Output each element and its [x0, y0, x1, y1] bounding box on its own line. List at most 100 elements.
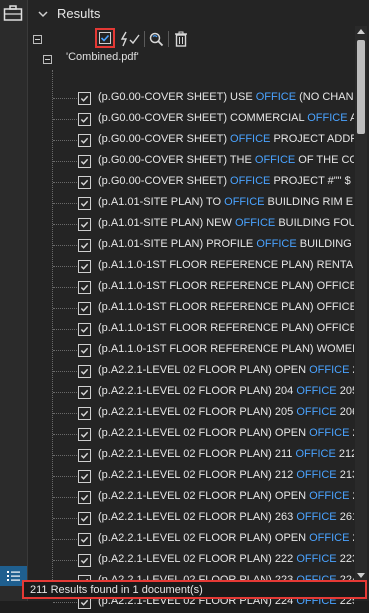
result-checkbox[interactable]	[78, 512, 91, 525]
result-row[interactable]: (p.A1.01-SITE PLAN) PROFILE OFFICE BUILD…	[28, 235, 358, 256]
checkmark-icon	[80, 347, 89, 354]
file-collapse-button[interactable]	[43, 55, 52, 64]
vertical-scrollbar[interactable]	[355, 26, 367, 581]
result-checkbox[interactable]	[78, 92, 91, 105]
scroll-down-icon[interactable]	[357, 573, 365, 578]
file-node[interactable]: 'Combined.pdf'	[28, 50, 358, 68]
result-text: (p.A1.1.0-1ST FLOOR REFERENCE PLAN) OFFI…	[98, 322, 354, 334]
result-text-prefix: (p.G0.00-COVER SHEET) COMMERCIAL	[98, 112, 308, 124]
result-checkbox[interactable]	[78, 428, 91, 441]
result-row[interactable]: (p.G0.00-COVER SHEET) COMMERCIAL OFFICE …	[28, 109, 358, 130]
result-row[interactable]: (p.A2.2.1-LEVEL 02 FLOOR PLAN) 205 OFFIC…	[28, 403, 358, 424]
result-row[interactable]: (p.A1.1.0-1ST FLOOR REFERENCE PLAN) RENT…	[28, 256, 358, 277]
result-row[interactable]: (p.A2.2.1-LEVEL 02 FLOOR PLAN) 204 OFFIC…	[28, 382, 358, 403]
tree-connector	[53, 119, 77, 120]
result-row[interactable]: (p.A2.2.1-LEVEL 02 FLOOR PLAN) 222 OFFIC…	[28, 550, 358, 571]
checkmark-icon	[80, 557, 89, 564]
result-text-suffix: 200...	[349, 364, 354, 376]
result-match-highlight: OFFICE	[295, 448, 336, 460]
result-row[interactable]: (p.G0.00-COVER SHEET) OFFICE PROJECT #""…	[28, 172, 358, 193]
result-text: (p.A2.2.1-LEVEL 02 FLOOR PLAN) OPEN OFFI…	[98, 427, 354, 439]
result-text-suffix: BUILDING Proje...	[299, 238, 354, 250]
tree-connector	[53, 518, 77, 519]
result-row[interactable]: (p.A1.1.0-1ST FLOOR REFERENCE PLAN) OFFI…	[28, 319, 358, 340]
result-checkbox[interactable]	[78, 239, 91, 252]
result-checkbox[interactable]	[78, 323, 91, 336]
result-checkbox[interactable]	[78, 491, 91, 504]
tree-connector	[53, 329, 77, 330]
quick-actions-button[interactable]	[119, 29, 141, 49]
collapse-all-button[interactable]	[33, 35, 42, 44]
result-match-highlight: OFFICE	[230, 175, 271, 187]
scroll-up-icon[interactable]	[357, 29, 365, 34]
result-row[interactable]: (p.A2.2.1-LEVEL 02 FLOOR PLAN) 263 OFFIC…	[28, 508, 358, 529]
result-row[interactable]: (p.A2.2.1-LEVEL 02 FLOOR PLAN) OPEN OFFI…	[28, 361, 358, 382]
result-match-highlight: OFFICE	[230, 133, 271, 145]
result-checkbox[interactable]	[78, 176, 91, 189]
checkmark-icon	[80, 95, 89, 102]
result-text-suffix: 248...	[349, 427, 354, 439]
tree-connector	[53, 371, 77, 372]
result-row[interactable]: (p.A2.2.1-LEVEL 02 FLOOR PLAN) OPEN OFFI…	[28, 424, 358, 445]
result-row[interactable]: (p.A2.2.1-LEVEL 02 FLOOR PLAN) OPEN OFFI…	[28, 529, 358, 550]
result-checkbox[interactable]	[78, 113, 91, 126]
checkmark-icon	[80, 494, 89, 501]
result-match-highlight: OFFICE	[296, 553, 337, 565]
result-row[interactable]: (p.A2.2.1-LEVEL 02 FLOOR PLAN) 211 OFFIC…	[28, 445, 358, 466]
checkmark-icon	[80, 326, 89, 333]
result-text-prefix: (p.A2.2.1-LEVEL 02 FLOOR PLAN) 204	[98, 385, 297, 397]
scroll-thumb[interactable]	[357, 40, 365, 134]
result-row[interactable]: (p.A1.01-SITE PLAN) NEW OFFICE BUILDING …	[28, 214, 358, 235]
chevron-down-icon[interactable]	[37, 7, 49, 19]
result-text: (p.A2.2.1-LEVEL 02 FLOOR PLAN) OPEN OFFI…	[98, 490, 354, 502]
result-text: (p.A2.2.1-LEVEL 02 FLOOR PLAN) 204 OFFIC…	[98, 385, 354, 397]
result-checkbox[interactable]	[78, 134, 91, 147]
tree-connector	[53, 161, 77, 162]
result-row[interactable]: (p.A2.2.1-LEVEL 02 FLOOR PLAN) 212 OFFIC…	[28, 466, 358, 487]
result-checkbox[interactable]	[78, 260, 91, 273]
checkmark-icon	[80, 200, 89, 207]
result-checkbox[interactable]	[78, 218, 91, 231]
result-checkbox[interactable]	[78, 554, 91, 567]
result-checkbox[interactable]	[78, 344, 91, 357]
checkmark-icon	[80, 368, 89, 375]
result-checkbox[interactable]	[78, 302, 91, 315]
checkmark-icon	[80, 179, 89, 186]
result-checkbox[interactable]	[78, 197, 91, 210]
result-row[interactable]: (p.G0.00-COVER SHEET) THE OFFICE OF THE …	[28, 151, 358, 172]
result-text: (p.A1.01-SITE PLAN) PROFILE OFFICE BUILD…	[98, 238, 354, 250]
result-row[interactable]: (p.G0.00-COVER SHEET) OFFICE PROJECT ADD…	[28, 130, 358, 151]
result-row[interactable]: (p.A2.2.1-LEVEL 02 FLOOR PLAN) OPEN OFFI…	[28, 487, 358, 508]
result-row[interactable]: (p.A1.01-SITE PLAN) TO OFFICE BUILDING R…	[28, 193, 358, 214]
result-checkbox[interactable]	[78, 365, 91, 378]
result-text: (p.A2.2.1-LEVEL 02 FLOOR PLAN) 212 OFFIC…	[98, 469, 354, 481]
result-checkbox[interactable]	[78, 470, 91, 483]
checkmark-icon	[80, 599, 89, 606]
result-checkbox[interactable]	[78, 407, 91, 420]
result-match-highlight: OFFICE	[309, 364, 350, 376]
results-header[interactable]: Results	[28, 0, 369, 26]
delete-button[interactable]	[173, 29, 189, 49]
result-text-suffix: ACCE...	[350, 112, 354, 124]
result-checkbox[interactable]	[78, 449, 91, 462]
briefcase-icon[interactable]	[3, 4, 23, 22]
result-row[interactable]: (p.G0.00-COVER SHEET) USE OFFICE (NO CHA…	[28, 88, 358, 109]
zoom-button[interactable]	[147, 29, 165, 49]
result-checkbox[interactable]	[78, 533, 91, 546]
checkmark-icon	[80, 158, 89, 165]
result-text-prefix: (p.A1.1.0-1ST FLOOR REFERENCE PLAN) RENT…	[98, 259, 354, 271]
check-all-button[interactable]	[95, 28, 115, 48]
result-text: (p.A2.2.1-LEVEL 02 FLOOR PLAN) 205 OFFIC…	[98, 406, 354, 418]
result-text-suffix: 206 O...	[339, 406, 354, 418]
result-text: (p.A2.2.1-LEVEL 02 FLOOR PLAN) 211 OFFIC…	[98, 448, 354, 460]
result-row[interactable]: (p.A1.1.0-1ST FLOOR REFERENCE PLAN) OFFI…	[28, 277, 358, 298]
checkmark-icon	[80, 263, 89, 270]
result-checkbox[interactable]	[78, 281, 91, 294]
result-checkbox[interactable]	[78, 386, 91, 399]
result-row[interactable]: (p.A1.1.0-1ST FLOOR REFERENCE PLAN) WOME…	[28, 340, 358, 361]
result-row[interactable]: (p.A1.1.0-1ST FLOOR REFERENCE PLAN) OFFI…	[28, 298, 358, 319]
result-checkbox[interactable]	[78, 155, 91, 168]
status-bar: 211 Results found in 1 document(s)	[22, 580, 367, 599]
tree-connector	[53, 434, 77, 435]
result-text-prefix: (p.A1.1.0-1ST FLOOR REFERENCE PLAN) OFFI…	[98, 301, 354, 313]
